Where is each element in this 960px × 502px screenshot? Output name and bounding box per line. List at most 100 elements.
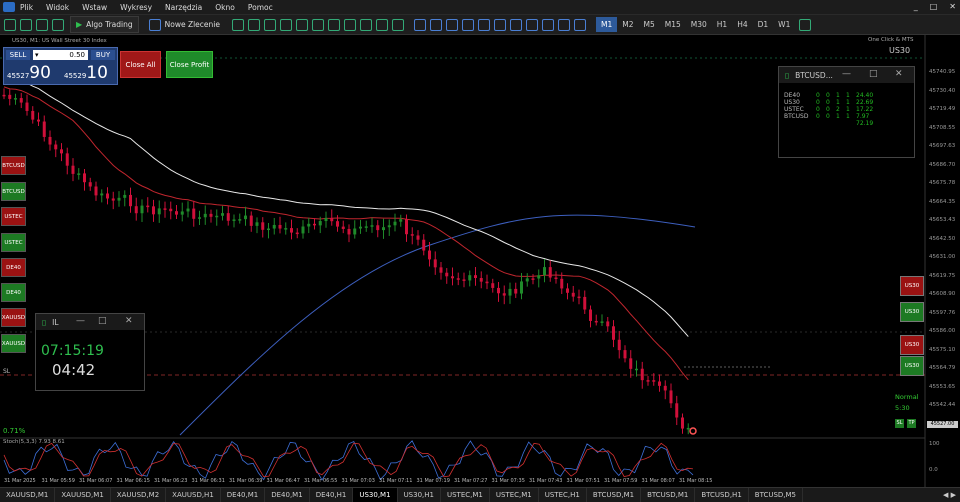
autoscroll-icon[interactable] bbox=[343, 18, 356, 31]
sell-button[interactable]: SELL bbox=[6, 50, 30, 60]
timeframe-h4[interactable]: H4 bbox=[732, 17, 752, 32]
close-profit-button[interactable]: Close Profit bbox=[166, 51, 213, 78]
menu-item-view[interactable]: Widok bbox=[46, 3, 69, 12]
cursor-icon[interactable] bbox=[413, 18, 426, 31]
new-order-button[interactable]: Nowe Zlecenie bbox=[145, 18, 220, 31]
tab-xauusd-m1[interactable]: XAUUSD,M1 bbox=[0, 488, 56, 502]
tab-de40-m1[interactable]: DE40,M1 bbox=[265, 488, 310, 502]
chart-shift-icon[interactable] bbox=[359, 18, 372, 31]
us30-buy-button-2[interactable]: US30 bbox=[900, 356, 924, 376]
templates-icon[interactable] bbox=[391, 18, 404, 31]
tab-ustec-m1[interactable]: USTEC,M1 bbox=[441, 488, 490, 502]
maximize-icon[interactable]: □ bbox=[98, 316, 107, 326]
us30-sell-button[interactable]: US30 bbox=[900, 276, 924, 296]
tab-ustec-m1[interactable]: USTEC,M1 bbox=[490, 488, 539, 502]
tab-btcusd-h1[interactable]: BTCUSD,H1 bbox=[695, 488, 749, 502]
tab-us30-m1[interactable]: US30,M1 bbox=[353, 488, 398, 502]
horizontal-line-icon[interactable] bbox=[461, 18, 474, 31]
menu-item-help[interactable]: Pomoc bbox=[248, 3, 273, 12]
algo-trading-button[interactable]: ▶ Algo Trading bbox=[70, 16, 139, 33]
ask-price[interactable]: 4552910 bbox=[64, 63, 108, 83]
timeframe-h1[interactable]: H1 bbox=[712, 17, 732, 32]
candle-body bbox=[221, 213, 224, 216]
btcusd-buy-button[interactable]: BTCUSD bbox=[1, 182, 26, 201]
menu-item-window[interactable]: Okno bbox=[215, 3, 235, 12]
candle-chart-icon[interactable] bbox=[263, 18, 276, 31]
arrows-icon[interactable] bbox=[557, 18, 570, 31]
close-button[interactable]: ✕ bbox=[949, 2, 956, 11]
menu-item-charts[interactable]: Wykresy bbox=[120, 3, 152, 12]
timeframe-m1[interactable]: M1 bbox=[595, 17, 618, 32]
tp-button[interactable]: TP bbox=[907, 419, 916, 428]
tab-xauusd-m2[interactable]: XAUUSD,M2 bbox=[111, 488, 167, 502]
xauusd-buy-button[interactable]: XAUUSD bbox=[1, 334, 26, 353]
bid-price[interactable]: 4552790 bbox=[7, 63, 51, 83]
text-icon[interactable] bbox=[541, 18, 554, 31]
server-time: 07:15:19 bbox=[41, 343, 104, 359]
sl-button[interactable]: SL bbox=[895, 419, 904, 428]
profiles-icon[interactable] bbox=[20, 18, 32, 31]
fibonacci-icon[interactable] bbox=[509, 18, 522, 31]
extra-timeframes-icon[interactable] bbox=[799, 18, 812, 31]
tab-btcusd-m1[interactable]: BTCUSD,M1 bbox=[587, 488, 642, 502]
tab-xauusd-h1[interactable]: XAUUSD,H1 bbox=[166, 488, 221, 502]
clock-window-titlebar[interactable]: ▯ IL — □ ✕ bbox=[36, 314, 144, 330]
xauusd-sell-button[interactable]: XAUUSD bbox=[1, 308, 26, 327]
trendline-icon[interactable] bbox=[477, 18, 490, 31]
tab-de40-m1[interactable]: DE40,M1 bbox=[221, 488, 266, 502]
clock-window[interactable]: ▯ IL — □ ✕ 07:15:19 04:42 bbox=[35, 313, 145, 391]
minimize-icon[interactable]: — bbox=[76, 316, 85, 326]
timeframe-m5[interactable]: M5 bbox=[638, 17, 659, 32]
zoom-out-icon[interactable] bbox=[311, 18, 324, 31]
tab-btcusd-m1[interactable]: BTCUSD,M1 bbox=[641, 488, 696, 502]
bar-chart-icon[interactable] bbox=[247, 18, 260, 31]
line-chart-icon[interactable] bbox=[279, 18, 292, 31]
stats-window[interactable]: ▯ BTCUSD... — □ ✕ DE40 0 0 1 1 24.40 US3… bbox=[778, 66, 915, 158]
us30-buy-button[interactable]: US30 bbox=[900, 302, 924, 322]
minimize-icon[interactable]: — bbox=[842, 69, 851, 79]
minimize-button[interactable]: _ bbox=[914, 2, 918, 11]
tab-xauusd-m1[interactable]: XAUUSD,M1 bbox=[55, 488, 111, 502]
maximize-button[interactable]: □ bbox=[930, 2, 938, 11]
crosshair-icon[interactable] bbox=[429, 18, 442, 31]
ustec-sell-button[interactable]: USTEC bbox=[1, 207, 26, 226]
tab-scroll-arrows-icon[interactable]: ◀ ▶ bbox=[943, 488, 960, 502]
menu-item-file[interactable]: Plik bbox=[20, 3, 33, 12]
close-icon[interactable]: ✕ bbox=[125, 316, 133, 326]
tab-us30-h1[interactable]: US30,H1 bbox=[398, 488, 441, 502]
new-chart-icon[interactable] bbox=[4, 18, 16, 31]
stats-window-titlebar[interactable]: ▯ BTCUSD... — □ ✕ bbox=[779, 67, 914, 83]
timeframe-w1[interactable]: W1 bbox=[773, 17, 795, 32]
maximize-icon[interactable]: □ bbox=[869, 69, 878, 79]
de40-buy-button[interactable]: DE40 bbox=[1, 283, 26, 302]
tab-de40-h1[interactable]: DE40,H1 bbox=[310, 488, 354, 502]
buy-button[interactable]: BUY bbox=[91, 50, 115, 60]
timeframe-m30[interactable]: M30 bbox=[686, 17, 712, 32]
timeframe-m2[interactable]: M2 bbox=[617, 17, 638, 32]
de40-sell-button[interactable]: DE40 bbox=[1, 258, 26, 277]
close-all-button[interactable]: Close All bbox=[120, 51, 161, 78]
chevron-down-icon[interactable]: ▾ bbox=[35, 50, 39, 60]
grid-icon[interactable] bbox=[327, 18, 340, 31]
market-watch-icon[interactable] bbox=[36, 18, 48, 31]
vertical-line-icon[interactable] bbox=[445, 18, 458, 31]
navigator-icon[interactable] bbox=[52, 18, 64, 31]
shapes-icon[interactable] bbox=[525, 18, 538, 31]
channel-icon[interactable] bbox=[493, 18, 506, 31]
period-icon[interactable] bbox=[573, 18, 586, 31]
btcusd-sell-button[interactable]: BTCUSD bbox=[1, 156, 26, 175]
lot-size-input[interactable]: ▾ 0.50 bbox=[33, 50, 88, 60]
depth-icon[interactable] bbox=[231, 18, 244, 31]
tab-ustec-h1[interactable]: USTEC,H1 bbox=[539, 488, 587, 502]
timeframe-m15[interactable]: M15 bbox=[660, 17, 686, 32]
indicators-icon[interactable] bbox=[375, 18, 388, 31]
menu-item-insert[interactable]: Wstaw bbox=[82, 3, 107, 12]
tab-btcusd-m5[interactable]: BTCUSD,M5 bbox=[749, 488, 804, 502]
ustec-buy-button[interactable]: USTEC bbox=[1, 233, 26, 252]
close-icon[interactable]: ✕ bbox=[895, 69, 903, 79]
menu-item-tools[interactable]: Narzędzia bbox=[165, 3, 202, 12]
us30-sell-button-2[interactable]: US30 bbox=[900, 335, 924, 355]
stochastic-main-line bbox=[3, 440, 694, 481]
zoom-in-icon[interactable] bbox=[295, 18, 308, 31]
timeframe-d1[interactable]: D1 bbox=[753, 17, 774, 32]
